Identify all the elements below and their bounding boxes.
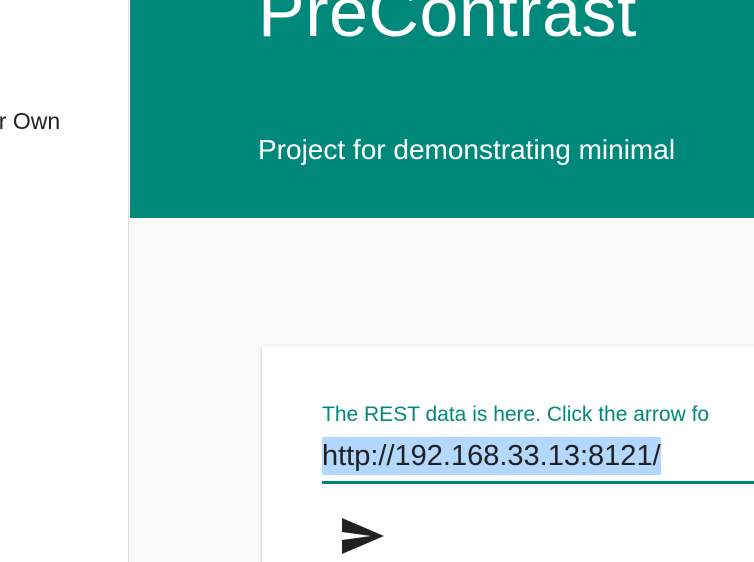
app-root: ur Own PreContrast Project for demonstra… <box>0 0 754 562</box>
rest-url-card: The REST data is here. Click the arrow f… <box>262 346 754 562</box>
page-title: PreContrast <box>258 0 637 51</box>
page-header: PreContrast Project for demonstrating mi… <box>130 0 754 218</box>
sidebar: ur Own <box>0 0 129 562</box>
sidebar-item-label: ur Own <box>0 108 61 134</box>
page-subtitle: Project for demonstrating minimal <box>258 134 676 165</box>
sidebar-item-own[interactable]: ur Own <box>0 108 60 135</box>
send-icon <box>341 517 385 555</box>
url-field-label: The REST data is here. Click the arrow f… <box>322 403 710 426</box>
send-button[interactable] <box>336 512 390 560</box>
url-input[interactable] <box>322 434 754 484</box>
main-content: The REST data is here. Click the arrow f… <box>130 218 754 562</box>
